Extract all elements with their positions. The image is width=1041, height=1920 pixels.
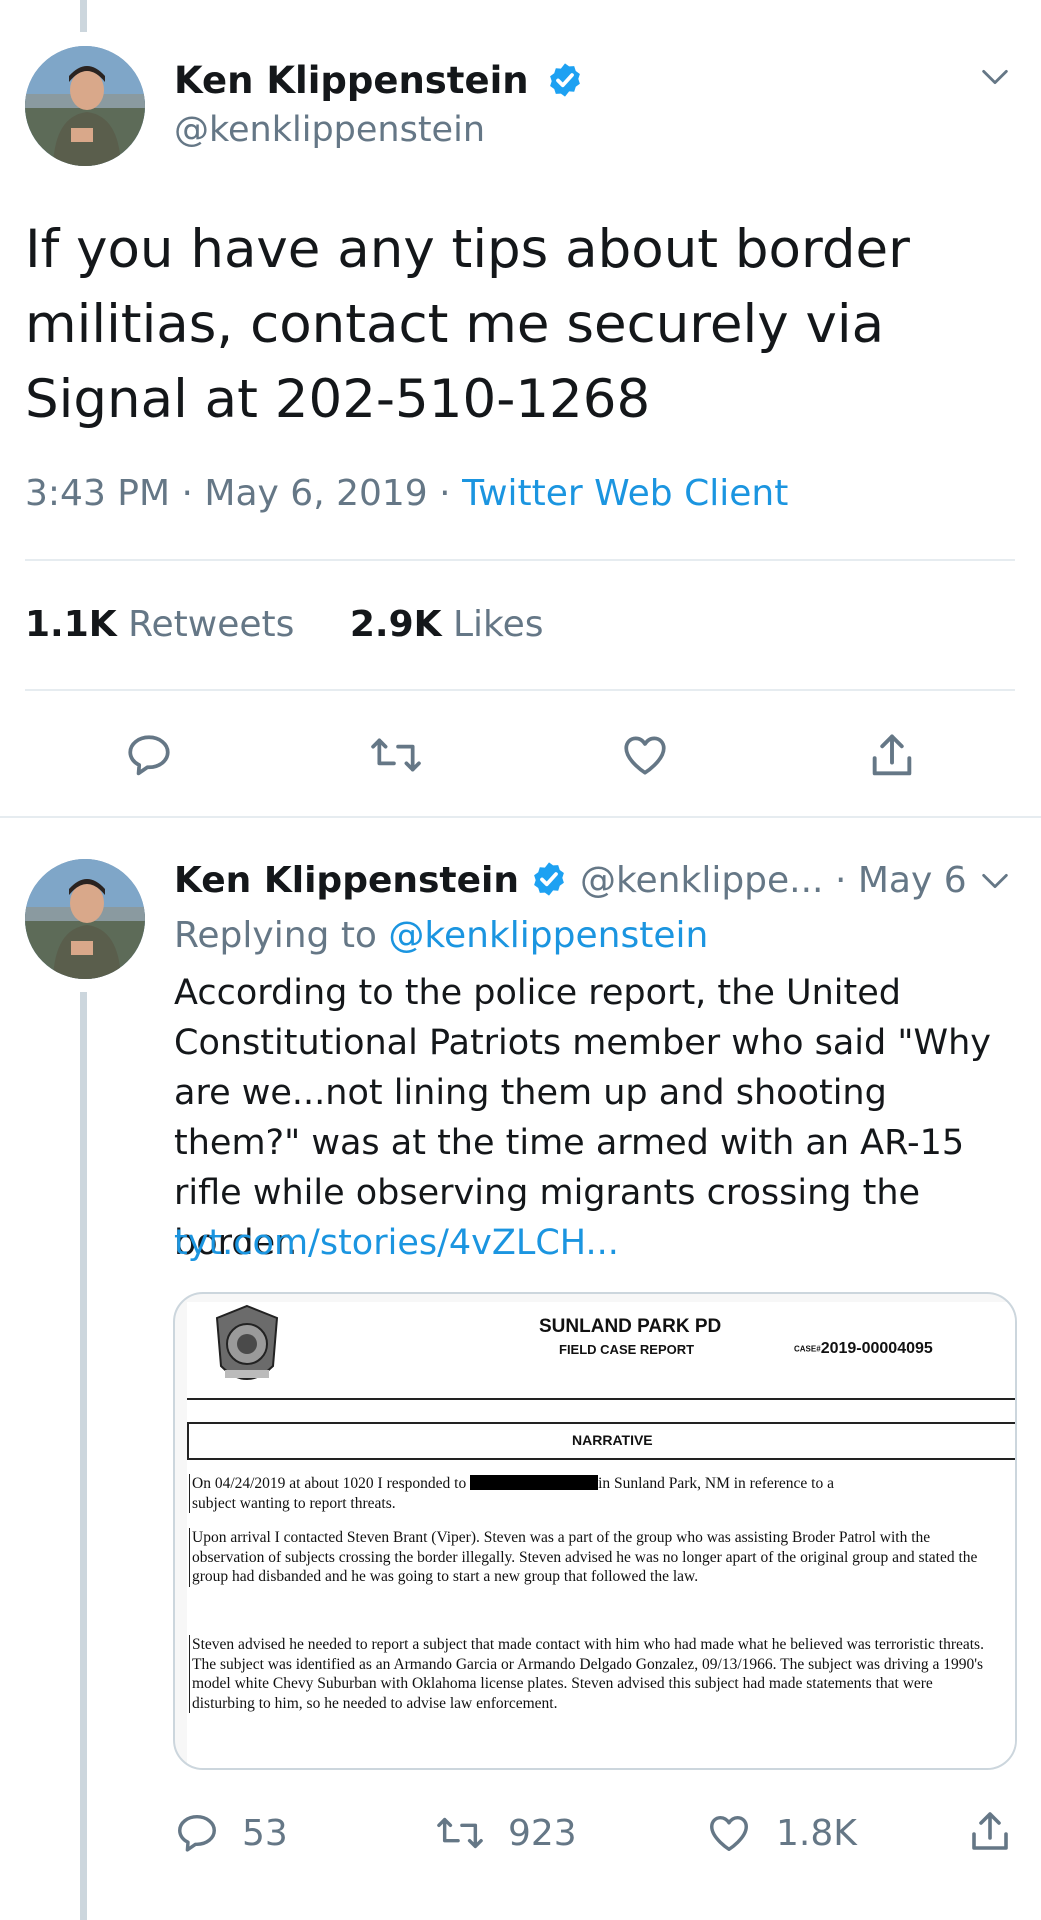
meta-separator: ·	[181, 473, 193, 514]
report-paragraph-3: Steven advised he needed to report a sub…	[189, 1635, 987, 1713]
retweet-button[interactable]: 923	[434, 1810, 577, 1856]
redaction-bar	[470, 1475, 599, 1490]
para1-line2: subject wanting to report threats.	[192, 1494, 396, 1512]
share-icon	[872, 734, 912, 776]
tweet-date[interactable]: May 6, 2019	[204, 473, 427, 514]
thread-line	[80, 992, 87, 1920]
avatar-photo	[25, 859, 145, 979]
reply-button[interactable]	[124, 730, 174, 780]
tweet-meta: 3:43 PM · May 6, 2019 · Twitter Web Clie…	[25, 470, 788, 518]
tweet-time[interactable]: 3:43 PM	[25, 473, 170, 514]
case-label: CASE#	[794, 1344, 821, 1354]
retweets-count: 1.1K	[25, 604, 117, 645]
report-form-title: FIELD CASE REPORT	[559, 1342, 695, 1357]
retweet-button[interactable]	[368, 730, 424, 780]
reply-header: Ken Klippenstein @kenklippe... · May 6	[174, 858, 967, 904]
replying-handle[interactable]: @kenklippenstein	[388, 915, 708, 956]
tweet-text: If you have any tips about border militi…	[25, 219, 910, 430]
para1-end: in Sunland Park, NM in reference to a	[598, 1475, 834, 1492]
divider	[25, 689, 1015, 691]
engagement-stats: 1.1K Retweets 2.9K Likes	[25, 602, 544, 648]
reply-icon	[128, 735, 170, 776]
reply-author-name[interactable]: Ken Klippenstein	[174, 860, 519, 901]
author-name-text[interactable]: Ken Klippenstein	[174, 59, 529, 102]
like-icon	[710, 1815, 748, 1852]
chevron-down-icon	[982, 69, 1008, 85]
tweet-menu-button[interactable]	[978, 60, 1012, 98]
reply-author-handle[interactable]: @kenklippe...	[580, 860, 824, 901]
narrative-title: NARRATIVE	[572, 1432, 653, 1448]
reply-link[interactable]: tyt.com/stories/4vZLCH...	[174, 1218, 619, 1268]
divider	[25, 559, 1015, 561]
verified-icon	[534, 862, 565, 896]
para1-start: On 04/24/2019 at about 1020 I responded …	[192, 1475, 467, 1492]
divider	[0, 816, 1041, 818]
reply-count: 53	[242, 1812, 288, 1854]
reply-button[interactable]: 53	[174, 1810, 288, 1856]
police-badge-icon	[215, 1304, 279, 1380]
replying-prefix: Replying to	[174, 915, 377, 956]
like-icon	[624, 736, 666, 775]
likes-label: Likes	[452, 604, 544, 645]
reply-menu-button[interactable]	[978, 864, 1012, 902]
retweets-label: Retweets	[128, 604, 295, 645]
share-icon	[972, 1812, 1008, 1850]
header-rule	[187, 1398, 1015, 1400]
chevron-down-icon	[982, 873, 1008, 889]
likes-stat[interactable]: 2.9K Likes	[350, 604, 544, 645]
report-paragraph-1: On 04/24/2019 at about 1020 I responded …	[189, 1474, 982, 1513]
author-name[interactable]: Ken Klippenstein	[174, 58, 584, 104]
report-document: SUNLAND PARK PD FIELD CASE REPORT CASE#2…	[187, 1302, 1015, 1768]
reply-avatar[interactable]	[25, 859, 145, 979]
reply-icon	[178, 1814, 216, 1852]
retweets-stat[interactable]: 1.1K Retweets	[25, 604, 306, 645]
retweet-icon	[371, 738, 421, 772]
reply-date[interactable]: May 6	[858, 860, 967, 901]
report-case: CASE#2019-00004095	[794, 1340, 933, 1358]
likes-count: 2.9K	[349, 604, 442, 645]
avatar-photo	[25, 46, 145, 166]
thread-line-top	[80, 0, 87, 32]
retweet-count: 923	[508, 1812, 577, 1854]
like-button[interactable]: 1.8K	[704, 1810, 857, 1856]
like-button[interactable]	[618, 730, 672, 780]
tweet-source[interactable]: Twitter Web Client	[462, 473, 788, 514]
header-separator: ·	[834, 860, 847, 901]
replying-to: Replying to @kenklippenstein	[174, 913, 708, 959]
share-button[interactable]	[966, 1808, 1014, 1856]
report-paragraph-2: Upon arrival I contacted Steven Brant (V…	[189, 1528, 987, 1587]
report-department: SUNLAND PARK PD	[539, 1316, 722, 1337]
meta-separator: ·	[439, 473, 451, 514]
attached-image[interactable]: SUNLAND PARK PD FIELD CASE REPORT CASE#2…	[173, 1292, 1017, 1770]
verified-icon	[549, 62, 580, 97]
author-handle[interactable]: @kenklippenstein	[174, 108, 485, 152]
avatar[interactable]	[25, 46, 145, 166]
retweet-icon	[437, 1817, 483, 1849]
like-count: 1.8K	[776, 1812, 857, 1854]
share-button[interactable]	[866, 730, 918, 782]
case-number: 2019-00004095	[820, 1340, 933, 1357]
